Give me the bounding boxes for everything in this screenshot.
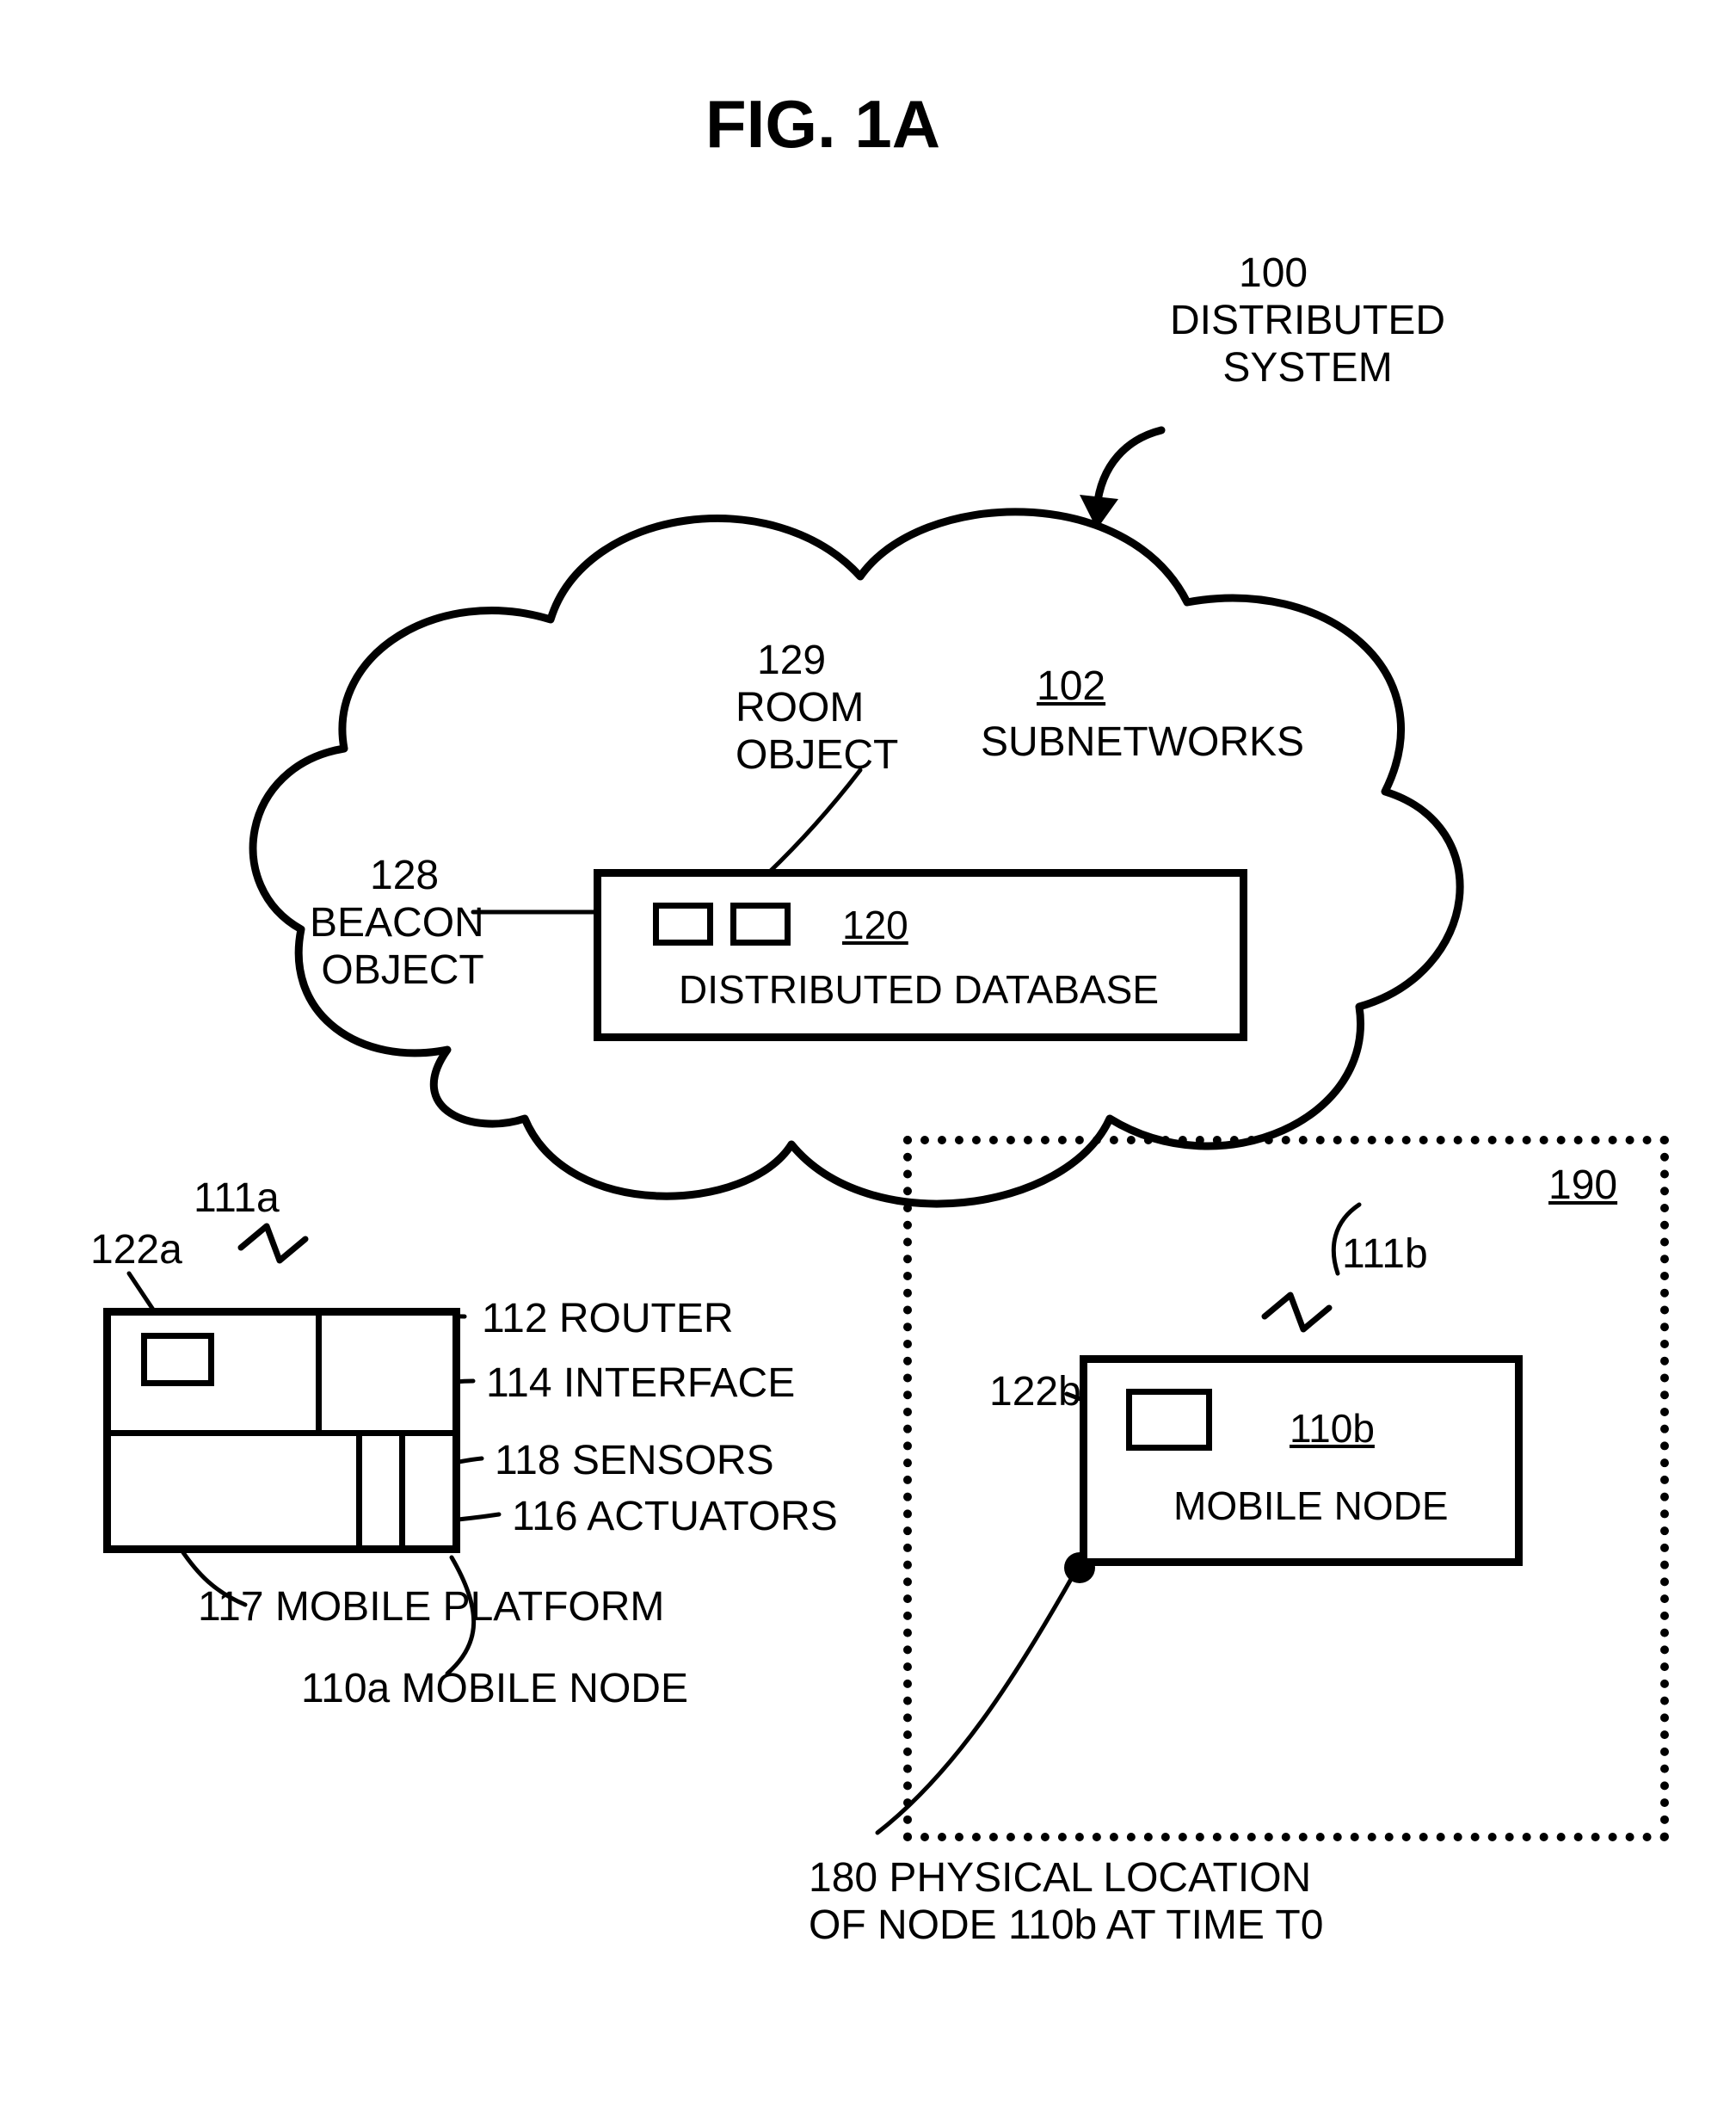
label-129-text: ROOM OBJECT [736,684,898,779]
label-180: 180 PHYSICAL LOCATION OF NODE 110b AT TI… [809,1854,1323,1949]
label-117: 117 MOBILE PLATFORM [198,1583,664,1631]
distributed-database-box: 120 DISTRIBUTED DATABASE [594,869,1247,1041]
beacon-122a-icon [141,1333,214,1386]
beacon-122b-icon [1126,1389,1212,1451]
label-122b: 122b [989,1368,1081,1415]
label-110a: 110a MOBILE NODE [301,1665,688,1712]
label-118: 118 SENSORS [495,1437,774,1484]
label-190: 190 [1548,1162,1617,1209]
label-120-text: DISTRIBUTED DATABASE [679,967,1159,1013]
label-102-number: 102 [1037,663,1105,710]
router-cell [111,1316,322,1436]
beacon-object-icon [653,903,713,946]
label-122a: 122a [90,1226,182,1273]
label-111a: 111a [194,1174,280,1222]
label-129-number: 129 [757,637,826,684]
interface-cell [322,1316,452,1436]
mobile-platform-cell [111,1436,362,1545]
label-128-text: BEACON OBJECT [310,899,484,994]
mobile-node-110b: 110b MOBILE NODE [1080,1355,1523,1566]
label-110b-number: 110b [1290,1406,1375,1452]
label-111b: 111b [1342,1230,1428,1278]
label-102-text: SUBNETWORKS [981,718,1304,766]
label-128-number: 128 [370,852,439,899]
sensors-cell [362,1436,405,1545]
label-110b-text: MOBILE NODE [1173,1483,1449,1529]
mobile-node-110a [103,1308,460,1553]
figure-1a: FIG. 1A 100 DISTRIBUTED SYSTEM [0,0,1736,2127]
actuators-cell [405,1436,452,1545]
room-object-icon [730,903,791,946]
label-116: 116 ACTUATORS [512,1493,838,1540]
label-120-number: 120 [842,903,908,948]
label-114: 114 INTERFACE [486,1359,795,1407]
label-112: 112 ROUTER [482,1295,734,1342]
